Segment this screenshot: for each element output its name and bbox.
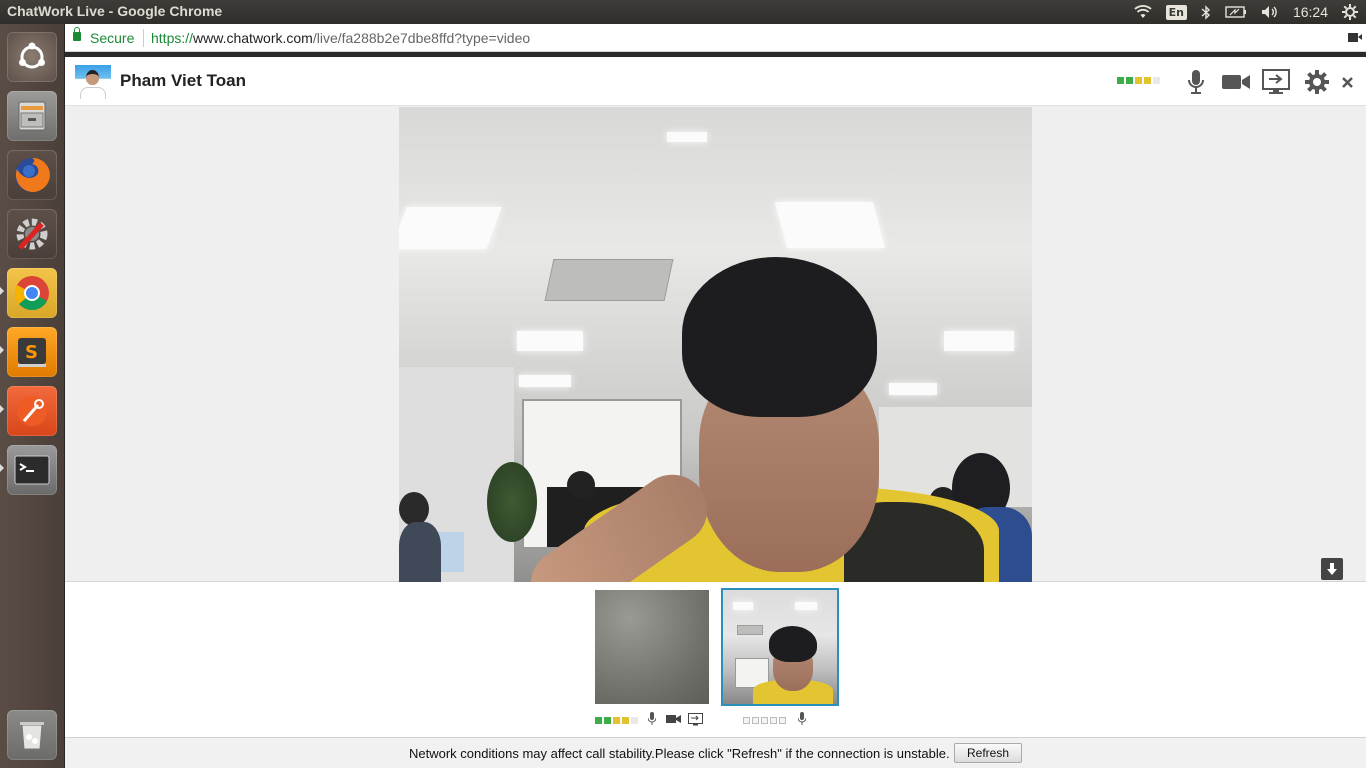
- signal-bar: [770, 717, 777, 724]
- network-notice-message: Network conditions may affect call stabi…: [409, 746, 950, 761]
- microphone-icon[interactable]: [797, 712, 807, 729]
- postman-launcher-button[interactable]: [7, 386, 57, 436]
- local-participant-controls: [743, 712, 807, 729]
- battery-icon[interactable]: [1225, 6, 1247, 18]
- running-indicator: [0, 464, 4, 472]
- participant-thumbnails: [65, 582, 1366, 737]
- video-camera-icon[interactable]: [1220, 69, 1252, 95]
- signal-bar: [1126, 77, 1133, 84]
- files-launcher-button[interactable]: [7, 91, 57, 141]
- signal-bar: [1144, 77, 1151, 84]
- microphone-icon[interactable]: [647, 712, 657, 729]
- network-notice-bar: Network conditions may affect call stabi…: [65, 737, 1366, 768]
- url-scheme: https://: [151, 30, 194, 46]
- clock[interactable]: 16:24: [1293, 4, 1328, 20]
- signal-bar: [761, 717, 768, 724]
- screen-share-icon[interactable]: [1261, 67, 1291, 97]
- keyboard-language-indicator[interactable]: En: [1165, 4, 1187, 20]
- video-camera-icon[interactable]: [666, 714, 681, 727]
- signal-bar: [595, 717, 602, 724]
- svg-text:S: S: [25, 342, 38, 363]
- postman-icon: [17, 396, 47, 426]
- signal-bar: [604, 717, 611, 724]
- ubuntu-dash-button[interactable]: [7, 32, 57, 82]
- browser-window: Secure https://www.chatwork.com/live/fa2…: [65, 24, 1366, 768]
- caller-name: Pham Viet Toan: [120, 71, 246, 90]
- download-arrow-icon[interactable]: [1321, 558, 1343, 580]
- signal-bar: [1117, 77, 1124, 84]
- wifi-icon[interactable]: [1133, 5, 1152, 19]
- microphone-icon[interactable]: [1183, 67, 1209, 97]
- main-video-feed[interactable]: [399, 107, 1032, 582]
- signal-bar: [752, 717, 759, 724]
- terminal-launcher-button[interactable]: [7, 445, 57, 495]
- signal-bar: [622, 717, 629, 724]
- chrome-icon: [14, 276, 49, 311]
- call-header: Pham Viet Toan: [65, 57, 1366, 106]
- system-tray: En 16:24: [1133, 0, 1366, 24]
- signal-bar: [779, 717, 786, 724]
- close-icon[interactable]: [1339, 73, 1355, 91]
- caller-avatar: [75, 65, 111, 99]
- address-separator: [143, 29, 144, 47]
- sublime-text-launcher-button[interactable]: S: [7, 327, 57, 377]
- ubuntu-logo-icon: [19, 42, 45, 69]
- url-text[interactable]: https://www.chatwork.com/live/fa288b2e7d…: [151, 30, 530, 46]
- screen-share-icon[interactable]: [688, 712, 703, 729]
- signal-bar: [1153, 77, 1160, 84]
- lock-icon[interactable]: [73, 27, 81, 41]
- connection-quality-indicator: [1117, 77, 1160, 84]
- sublime-text-icon: S: [18, 338, 46, 367]
- terminal-icon: [14, 455, 50, 485]
- system-top-panel: ChatWork Live - Google Chrome En 16:24: [0, 0, 1366, 24]
- signal-bar: [631, 717, 638, 724]
- secure-label[interactable]: Secure: [90, 30, 134, 46]
- remote-participant-controls: [595, 712, 703, 729]
- running-indicator: [0, 346, 4, 354]
- trash-icon: [20, 722, 44, 750]
- video-stage: [65, 106, 1366, 582]
- remote-signal-indicator: [595, 717, 638, 724]
- url-host: www.chatwork.com: [193, 30, 313, 46]
- running-indicator: [0, 405, 4, 413]
- running-indicator: [0, 287, 4, 295]
- signal-bar: [743, 717, 750, 724]
- settings-gear-icon[interactable]: [1303, 68, 1331, 96]
- remote-participant-thumbnail[interactable]: [595, 590, 709, 704]
- camera-in-use-icon[interactable]: [1348, 33, 1362, 42]
- file-cabinet-icon: [18, 101, 46, 131]
- url-path: /live/fa288b2e7dbe8ffd?type=video: [312, 30, 531, 46]
- power-gear-icon[interactable]: [1342, 4, 1358, 20]
- address-bar[interactable]: Secure https://www.chatwork.com/live/fa2…: [65, 24, 1366, 52]
- settings-wrench-icon: [16, 218, 48, 250]
- volume-icon[interactable]: [1261, 5, 1279, 19]
- bluetooth-icon[interactable]: [1201, 4, 1211, 20]
- unity-launcher: S: [0, 24, 65, 768]
- local-signal-indicator: [743, 717, 786, 724]
- firefox-launcher-button[interactable]: [7, 150, 57, 200]
- signal-bar: [1135, 77, 1142, 84]
- system-settings-launcher-button[interactable]: [7, 209, 57, 259]
- firefox-icon: [15, 157, 50, 192]
- refresh-button[interactable]: Refresh: [954, 743, 1022, 763]
- window-title: ChatWork Live - Google Chrome: [7, 3, 223, 19]
- google-chrome-launcher-button[interactable]: [7, 268, 57, 318]
- trash-launcher-button[interactable]: [7, 710, 57, 760]
- local-participant-thumbnail[interactable]: [721, 588, 839, 706]
- signal-bar: [613, 717, 620, 724]
